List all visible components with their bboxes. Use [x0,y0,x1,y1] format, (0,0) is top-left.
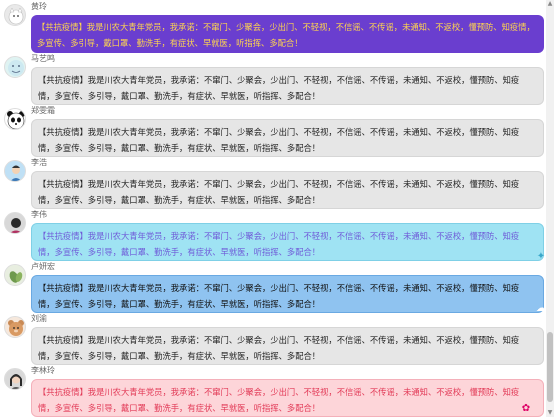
avatar[interactable] [4,108,26,130]
sender-name: 李浩 [31,158,47,167]
avatar[interactable] [4,212,26,234]
sender-name: 李林玲 [31,366,55,375]
sender-name: 刘渝 [31,314,47,323]
scroll-up-arrow-icon[interactable]: ▲ [546,0,554,8]
avatar[interactable] [4,368,26,390]
scrollbar-thumb[interactable] [547,332,553,402]
avatar-plant-icon [5,265,25,285]
avatar-panda-icon [7,111,25,129]
flower-icon: ✿ [521,403,531,414]
avatar[interactable] [4,160,26,182]
avatar-person-icon [5,161,25,181]
message-bubble[interactable]: 【共抗疫情】我是川农大青年党员，我承诺：不窜门、少聚会，少出门、不轻视，不信谣、… [31,67,544,105]
sender-name: 郑雯霜 [31,106,55,115]
avatar[interactable] [4,4,26,26]
avatar-bear-icon [8,320,24,336]
avatar[interactable] [4,316,26,338]
avatar-dark-icon [5,213,25,233]
sender-name: 李伟 [31,210,47,219]
message-bubble[interactable]: 【共抗疫情】我是川农大青年党员，我承诺：不窜门、少聚会，少出门、不轻视，不信谣、… [31,275,544,313]
avatar[interactable] [4,56,26,78]
message-bubble[interactable]: 【共抗疫情】我是川农大青年党员，我承诺：不窜门、少聚会，少出门、不轻视，不信谣、… [31,223,544,261]
message-bubble[interactable]: 【共抗疫情】我是川农大青年党员，我承诺：不窜门、少聚会，少出门、不轻视，不信谣、… [31,379,544,417]
message-bubble[interactable]: 【共抗疫情】我是川农大青年党员，我承诺：不窜门、少聚会，少出门、不轻视，不信谣、… [31,171,544,209]
scroll-down-arrow-icon[interactable]: ▼ [546,409,554,417]
sender-name: 卢妍宏 [31,262,55,271]
chat-message-list[interactable]: 黄玲 【共抗疫情】我是川农大青年党员，我承诺：不窜门、少聚会，少出门、不轻视，不… [0,0,546,417]
message-bubble[interactable]: 【共抗疫情】我是川农大青年党员，我承诺：不窜门、少聚会，少出门、不轻视，不信谣、… [31,119,544,157]
avatar[interactable] [4,264,26,286]
avatar-girl-icon [5,369,25,389]
avatar-cartoon-icon [8,60,24,76]
message-bubble[interactable]: 【共抗疫情】我是川农大青年党员，我承诺：不窜门、少聚会，少出门、不轻视，不信谣、… [31,15,544,53]
sender-name: 马艺鸣 [31,54,55,63]
message-bubble[interactable]: 【共抗疫情】我是川农大青年党员，我承诺：不窜门、少聚会，少出门、不轻视，不信谣、… [31,327,544,365]
sender-name: 黄玲 [31,2,47,11]
avatar-cat-icon [8,7,24,25]
scrollbar[interactable]: ▲ ▼ [546,0,554,417]
